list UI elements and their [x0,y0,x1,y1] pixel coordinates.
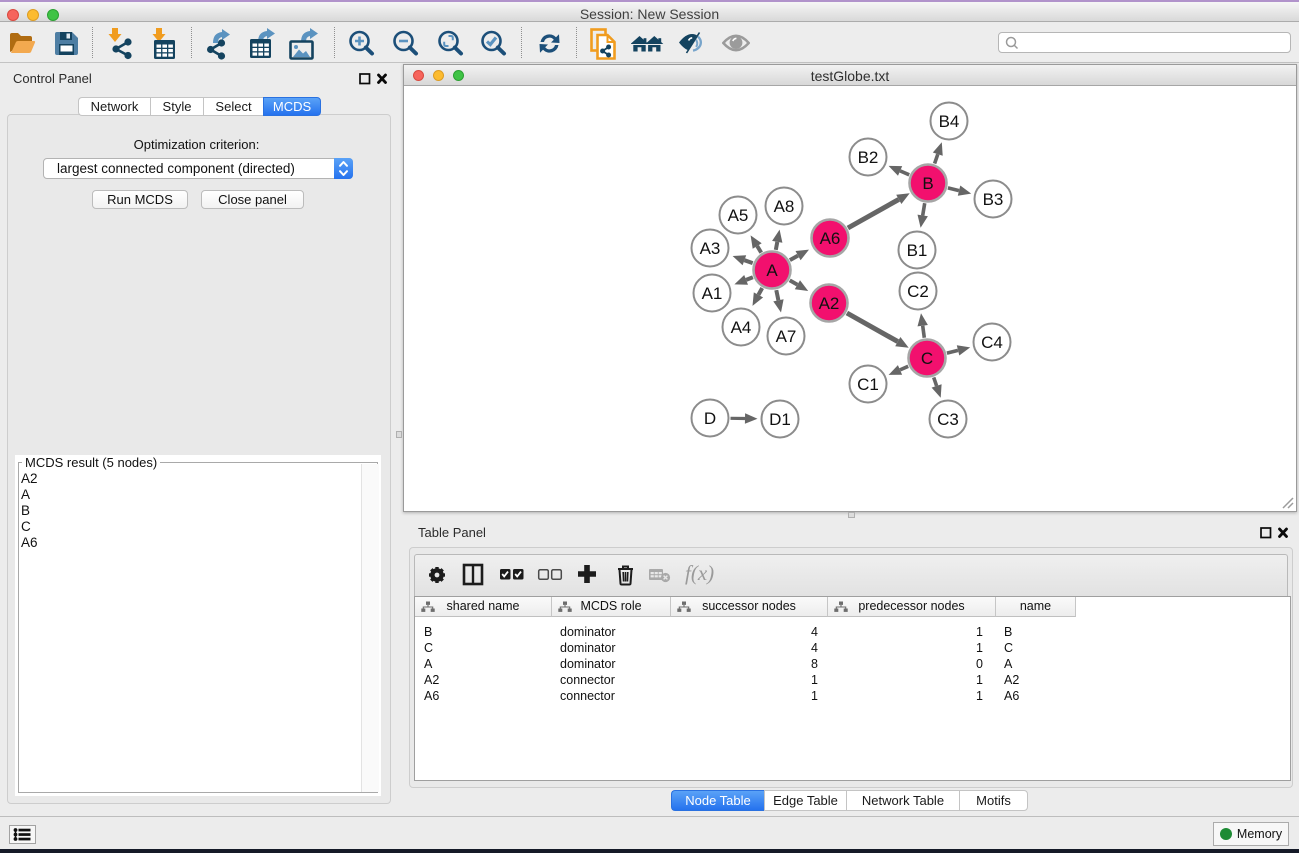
svg-text:A7: A7 [776,327,797,346]
svg-text:A1: A1 [702,284,723,303]
svg-text:D: D [704,409,716,428]
svg-text:C2: C2 [907,282,929,301]
svg-text:A5: A5 [728,206,749,225]
svg-text:C1: C1 [857,375,879,394]
svg-text:B: B [922,174,933,193]
svg-text:A: A [766,261,778,280]
svg-text:C: C [921,349,933,368]
svg-text:A4: A4 [731,318,752,337]
svg-text:C3: C3 [937,410,959,429]
svg-text:A3: A3 [700,239,721,258]
svg-text:B3: B3 [983,190,1004,209]
svg-text:B2: B2 [858,148,879,167]
svg-text:A8: A8 [774,197,795,216]
svg-text:D1: D1 [769,410,791,429]
svg-text:A2: A2 [819,294,840,313]
svg-text:A6: A6 [820,229,841,248]
svg-text:B4: B4 [939,112,960,131]
svg-text:B1: B1 [907,241,928,260]
svg-text:C4: C4 [981,333,1003,352]
